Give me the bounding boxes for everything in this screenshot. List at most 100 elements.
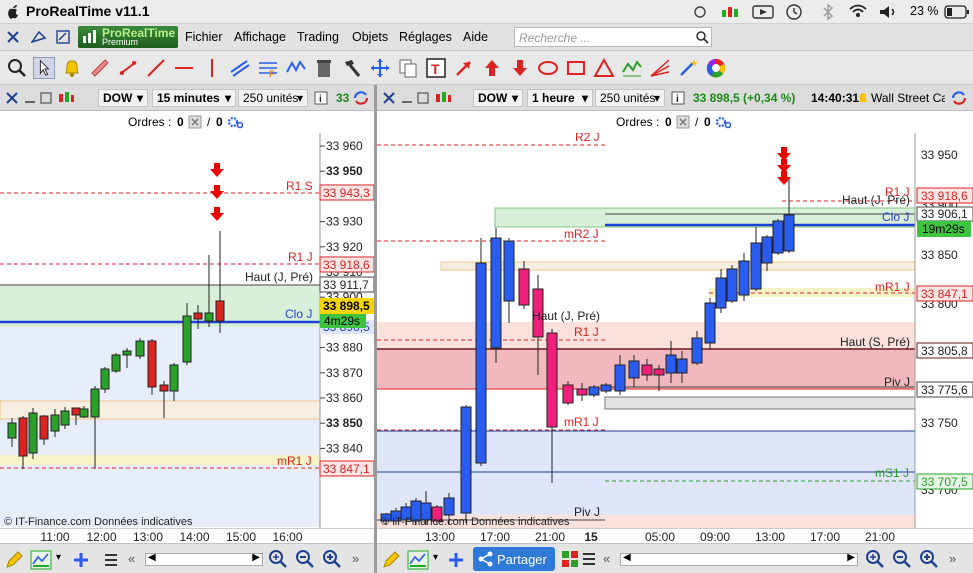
cancel-orders-icon[interactable] <box>188 115 202 129</box>
add-indicator-icon[interactable] <box>447 551 465 569</box>
refresh-icon[interactable] <box>950 90 968 106</box>
left-chart-area[interactable]: R1 S R1 J Haut (J, Pré) Clo J mR1 J 33 9… <box>0 133 374 528</box>
menu-trading[interactable]: Trading <box>297 30 339 44</box>
scroll-right-icon[interactable]: ▶ <box>847 552 855 563</box>
gann-fan-icon[interactable] <box>649 57 671 79</box>
chevron-down-icon[interactable]: ▾ <box>56 552 61 563</box>
add-indicator-icon[interactable] <box>72 551 90 569</box>
settings-gear-icon[interactable] <box>227 115 243 129</box>
arrow-up-icon[interactable] <box>481 57 503 79</box>
channel-icon[interactable] <box>229 57 251 79</box>
zoom-fit-icon[interactable] <box>865 549 885 569</box>
maximize-icon[interactable] <box>417 92 429 104</box>
pencil-indicator-icon[interactable] <box>4 550 24 570</box>
candlestick-type-icon[interactable] <box>434 90 452 106</box>
units-select[interactable]: 250 unités ▾ <box>238 89 308 107</box>
timeframe-select[interactable]: 1 heure ▾ <box>527 89 593 107</box>
battery-icon[interactable] <box>944 5 970 19</box>
menu-objets[interactable]: Objets <box>352 30 388 44</box>
arrow-diagonal-icon[interactable] <box>453 57 475 79</box>
text-icon[interactable]: T <box>425 57 447 79</box>
info-icon[interactable]: i <box>671 91 685 105</box>
zoom-in-icon[interactable] <box>919 549 939 569</box>
share-button[interactable]: Partager <box>473 547 555 571</box>
info-icon[interactable]: i <box>314 91 328 105</box>
move-icon[interactable] <box>369 57 391 79</box>
line-icon[interactable] <box>145 57 167 79</box>
pointer-icon[interactable] <box>33 57 55 79</box>
timeframe-select[interactable]: 15 minutes ▾ <box>152 89 236 107</box>
close-icon[interactable] <box>6 30 20 44</box>
layout-icon[interactable] <box>31 30 49 44</box>
settings-gear-icon[interactable] <box>715 115 731 129</box>
zoom-out-icon[interactable] <box>295 549 315 569</box>
close-chart-icon[interactable] <box>383 92 395 104</box>
close-chart-icon[interactable] <box>6 92 18 104</box>
triangle-icon[interactable] <box>593 57 615 79</box>
zoom-out-icon[interactable] <box>892 549 912 569</box>
trash-icon[interactable] <box>313 57 335 79</box>
horizontal-line-icon[interactable] <box>173 57 195 79</box>
units-select[interactable]: 250 unités ▾ <box>595 89 665 107</box>
wifi-icon[interactable] <box>848 3 868 19</box>
bluetooth-icon[interactable] <box>822 3 834 21</box>
apple-icon[interactable] <box>6 4 20 20</box>
color-wheel-icon[interactable] <box>705 57 727 79</box>
instrument-select[interactable]: DOW ▾ <box>98 89 148 107</box>
horizontal-scrollbar[interactable]: ◀ ▶ <box>620 552 858 566</box>
alert-bell-icon[interactable] <box>61 57 83 79</box>
horizontal-scrollbar[interactable]: ◀ ▶ <box>145 552 263 566</box>
wave-icon[interactable] <box>621 57 643 79</box>
minimize-icon[interactable] <box>401 92 413 104</box>
list-icon[interactable] <box>104 553 118 567</box>
wifi-extra-icon[interactable] <box>693 5 707 19</box>
instrument-select[interactable]: DOW ▾ <box>473 89 523 107</box>
zoom-fit-icon[interactable] <box>268 549 288 569</box>
scroll-right-fast-icon[interactable]: » <box>949 551 956 566</box>
arrow-down-icon[interactable] <box>509 57 531 79</box>
pattern-icon[interactable] <box>285 57 307 79</box>
pencil-indicator-icon[interactable] <box>381 550 401 570</box>
menu-fichier[interactable]: Fichier <box>185 30 223 44</box>
right-chart-area[interactable]: R2 J R1 J Haut (J, Pré) Clo J mR2 J mR1 … <box>377 133 973 528</box>
scroll-left-icon[interactable]: ◀ <box>148 552 156 563</box>
menu-affichage[interactable]: Affichage <box>234 30 286 44</box>
indicators-icon[interactable] <box>407 550 429 570</box>
scroll-right-icon[interactable]: ▶ <box>252 552 260 563</box>
cancel-orders-icon[interactable] <box>676 115 690 129</box>
window-icon[interactable] <box>56 30 70 44</box>
list-icon[interactable] <box>582 552 596 566</box>
chevron-down-icon[interactable]: ▾ <box>433 552 438 563</box>
refresh-icon[interactable] <box>352 90 370 106</box>
scroll-left-fast-icon[interactable]: « <box>603 551 610 566</box>
hammer-icon[interactable] <box>341 57 363 79</box>
zoom-icon[interactable] <box>6 57 28 79</box>
grid-icon[interactable] <box>561 550 579 568</box>
time-machine-icon[interactable] <box>785 3 803 21</box>
scroll-left-fast-icon[interactable]: « <box>128 551 135 566</box>
menu-reglages[interactable]: Réglages <box>399 30 452 44</box>
scroll-right-fast-icon[interactable]: » <box>352 551 359 566</box>
minimize-icon[interactable] <box>24 92 36 104</box>
ellipse-icon[interactable] <box>537 57 559 79</box>
bell-icon[interactable] <box>857 91 869 105</box>
magic-wand-icon[interactable] <box>677 57 699 79</box>
volume-icon[interactable] <box>878 4 900 20</box>
indicators-icon[interactable] <box>30 550 52 570</box>
menu-aide[interactable]: Aide <box>463 30 488 44</box>
right-price-chart[interactable]: R2 J R1 J Haut (J, Pré) Clo J mR2 J mR1 … <box>377 133 973 528</box>
fibonacci-icon[interactable]: F <box>257 57 279 79</box>
rectangle-icon[interactable] <box>565 57 587 79</box>
ruler-icon[interactable] <box>89 57 111 79</box>
stock-widget-icon[interactable] <box>720 4 740 20</box>
candlestick-type-icon[interactable] <box>57 90 75 106</box>
copy-icon[interactable] <box>397 57 419 79</box>
display-icon[interactable] <box>752 4 774 20</box>
search-input[interactable]: Recherche ... <box>514 27 712 47</box>
vertical-line-icon[interactable] <box>201 57 223 79</box>
left-price-chart[interactable]: R1 S R1 J Haut (J, Pré) Clo J mR1 J 33 9… <box>0 133 374 528</box>
trend-segment-icon[interactable] <box>117 57 139 79</box>
scroll-left-icon[interactable]: ◀ <box>623 552 631 563</box>
maximize-icon[interactable] <box>40 92 52 104</box>
search-icon[interactable] <box>695 30 709 44</box>
